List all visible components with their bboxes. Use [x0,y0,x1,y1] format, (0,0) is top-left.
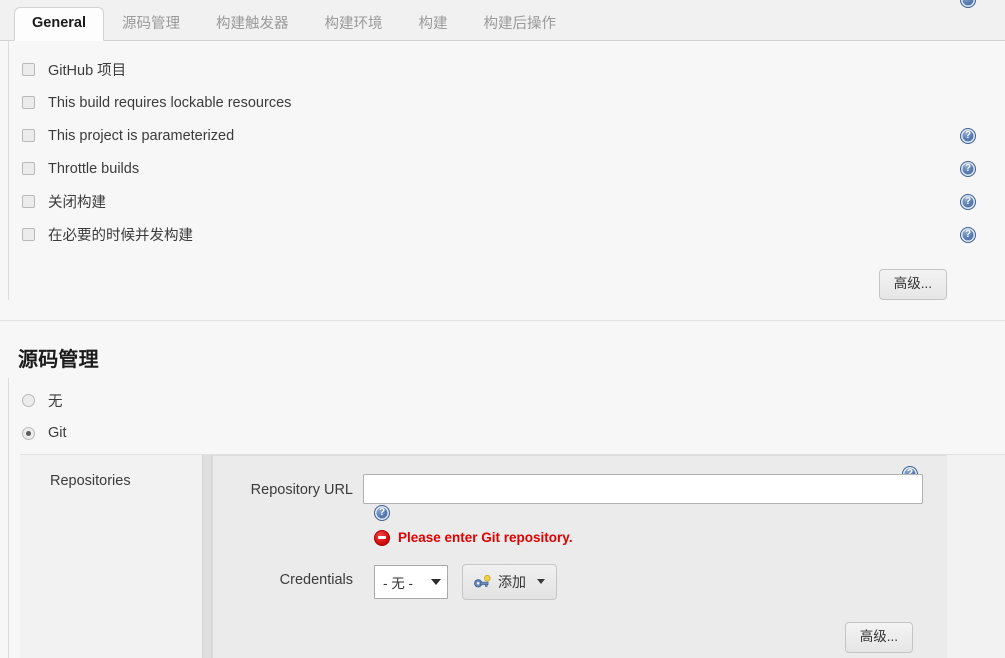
help-icon[interactable] [374,504,390,521]
repositories-block: Repositories Repository URL Please enter… [20,453,1005,658]
help-icon[interactable] [960,0,976,8]
config-body: GitHub 项目 This build requires lockable r… [0,41,1005,658]
radio-git[interactable] [22,426,35,440]
key-icon [474,574,491,588]
general-section: GitHub 项目 This build requires lockable r… [0,41,1005,300]
scm-heading: 源码管理 [18,348,99,371]
tab-label: 构建环境 [324,15,383,32]
general-options-list: GitHub 项目 This build requires lockable r… [10,41,1005,255]
chevron-down-icon [537,579,545,585]
option-label: This build requires lockable resources [48,94,292,111]
scm-option-git[interactable]: Git [10,417,1005,450]
radio-none[interactable] [22,393,35,407]
general-advanced-row: 高级... [10,269,1005,300]
error-icon [374,529,390,546]
help-icon[interactable] [960,160,976,177]
tab-build-environment[interactable]: 构建环境 [307,8,401,42]
tab-label: 源码管理 [122,15,180,32]
option-label: GitHub 项目 [48,63,127,79]
tab-label: General [32,14,86,31]
tab-post-build-actions[interactable]: 构建后操作 [466,8,575,42]
tab-build-triggers[interactable]: 构建触发器 [198,8,307,42]
help-icon[interactable] [960,226,976,243]
general-advanced-button[interactable]: 高级... [878,269,947,300]
option-row-disable-build[interactable]: 关闭构建 [10,185,1005,218]
repositories-separator [202,454,212,658]
radio-label: 无 [48,393,63,410]
repository-url-error: Please enter Git repository. [374,529,947,546]
tab-label: 构建触发器 [216,15,289,32]
checkbox-github-project[interactable] [22,63,35,76]
option-label: 在必要的时候并发构建 [48,228,193,244]
chevron-down-icon [431,578,441,585]
scm-option-none[interactable]: 无 [10,384,1005,417]
checkbox-lockable-resources[interactable] [22,96,35,109]
tab-label: 构建后操作 [483,15,557,32]
error-message: Please enter Git repository. [398,530,573,546]
config-tab-bar: General 源码管理 构建触发器 构建环境 构建 构建后操作 [0,0,1005,41]
checkbox-disable-build[interactable] [22,195,35,208]
checkbox-parameterized[interactable] [22,129,35,142]
checkbox-throttle-builds[interactable] [22,162,35,175]
checkbox-concurrent-build[interactable] [22,228,35,241]
repository-url-input[interactable] [363,473,923,504]
credentials-controls: - 无 - 添加 [363,563,947,600]
option-row-parameterized[interactable]: This project is parameterized [10,119,1005,152]
tab-build[interactable]: 构建 [401,8,466,42]
option-row-github-project[interactable]: GitHub 项目 [10,53,1005,86]
option-label: Throttle builds [48,160,140,177]
tab-general[interactable]: General [14,6,104,41]
credentials-label: Credentials [279,571,353,588]
scm-radio-list: 无 Git [10,378,1005,454]
option-row-concurrent-build[interactable]: 在必要的时候并发构建 [10,218,1005,251]
credentials-selected-value: - 无 - [383,575,413,591]
scm-section: 无 Git Repositories Repository URL [0,377,1005,658]
jenkins-job-config-page: General 源码管理 构建触发器 构建环境 构建 构建后操作 GitHub … [0,0,1005,658]
credentials-row: Credentials - 无 - 添加 [213,563,947,600]
credentials-select[interactable]: - 无 - [374,564,448,599]
option-row-lockable-resources[interactable]: This build requires lockable resources [10,86,1005,119]
tab-scm[interactable]: 源码管理 [104,8,198,42]
radio-label: Git [48,425,67,442]
help-icon[interactable] [960,193,976,210]
option-label: This project is parameterized [48,127,235,144]
repository-advanced-row: 高级... [213,621,947,653]
add-credentials-label: 添加 [498,573,526,590]
repository-advanced-button[interactable]: 高级... [844,621,913,653]
tab-label: 构建 [418,15,448,32]
repository-url-row: Repository URL Please enter Git reposito… [213,473,947,546]
repository-url-control: Please enter Git repository. [353,473,947,546]
section-left-rule [8,41,9,300]
add-credentials-button[interactable]: 添加 [462,563,557,600]
help-icon[interactable] [960,127,976,144]
option-row-throttle-builds[interactable]: Throttle builds [10,152,1005,185]
repositories-label: Repositories [20,454,202,658]
option-label: 关闭构建 [48,195,106,211]
repository-panel: Repository URL Please enter Git reposito… [212,454,947,658]
section-left-rule [8,377,9,658]
repository-url-label: Repository URL [250,481,353,498]
credentials-control: - 无 - 添加 [353,563,947,600]
